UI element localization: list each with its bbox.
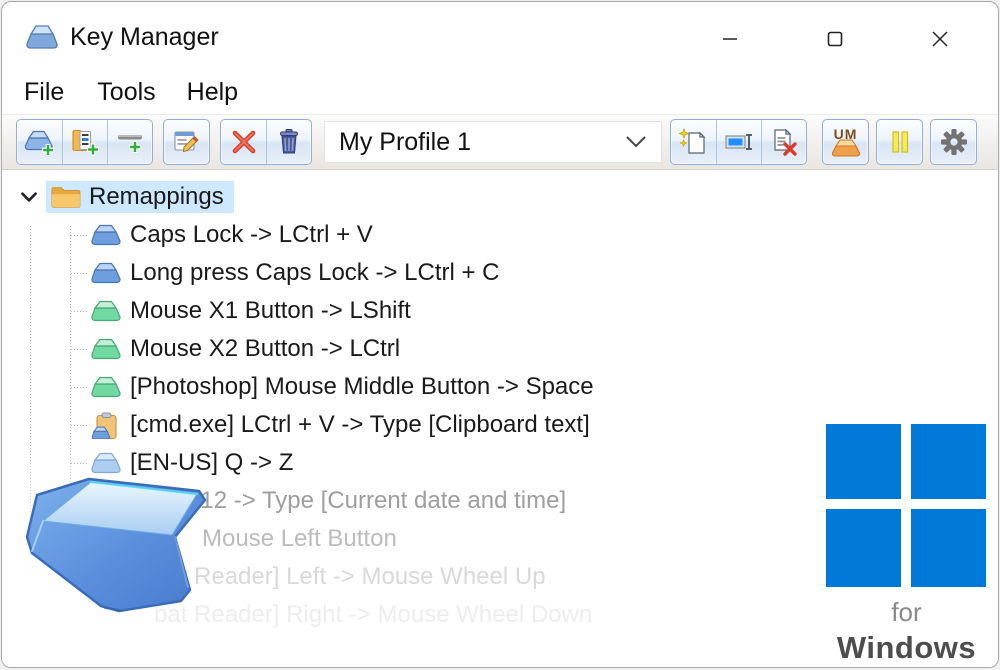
minimize-button[interactable] bbox=[715, 24, 745, 54]
for-label: for bbox=[826, 597, 987, 628]
window-title: Key Manager bbox=[70, 22, 219, 52]
toolbar: My Profile 1 bbox=[2, 114, 998, 170]
chevron-down-icon bbox=[625, 135, 647, 149]
tree-item-label: Mouse X2 Button -> LCtrl bbox=[130, 335, 400, 363]
edit-group bbox=[163, 119, 210, 165]
profile-combobox[interactable]: My Profile 1 bbox=[324, 121, 662, 163]
blue-key-icon bbox=[90, 222, 122, 249]
delete-group bbox=[220, 119, 312, 165]
add-key-icon bbox=[24, 127, 56, 157]
tree-item-label: [EN-US] Q -> Z bbox=[130, 449, 293, 477]
rename-profile-icon bbox=[723, 127, 755, 157]
menu-file[interactable]: File bbox=[24, 78, 64, 107]
add-folder-button[interactable] bbox=[62, 120, 107, 164]
delete-profile-icon bbox=[768, 127, 800, 157]
blue-key-icon bbox=[90, 260, 122, 287]
tree-item[interactable]: [Photoshop] Mouse Middle Button -> Space bbox=[2, 368, 998, 406]
edit-icon bbox=[171, 127, 203, 157]
tree-item-label: [Photoshop] Mouse Middle Button -> Space bbox=[130, 373, 594, 401]
title-bar: Key Manager bbox=[2, 2, 998, 70]
app-window: Key Manager File Tools Help bbox=[1, 1, 999, 668]
folder-icon bbox=[49, 183, 81, 211]
menu-tools[interactable]: Tools bbox=[97, 78, 155, 107]
windows-logo-square bbox=[826, 424, 901, 499]
user-manual-button[interactable]: UM bbox=[823, 120, 868, 164]
profile-combobox-value: My Profile 1 bbox=[339, 128, 625, 157]
pause-button[interactable] bbox=[877, 120, 922, 164]
tree-expander[interactable] bbox=[16, 184, 42, 210]
new-profile-icon bbox=[678, 127, 710, 157]
tree-item-label: Mouse X1 Button -> LShift bbox=[130, 297, 411, 325]
lightblue-key-icon bbox=[90, 450, 122, 477]
tree-item[interactable]: Mouse X2 Button -> LCtrl bbox=[2, 330, 998, 368]
windows-logo-square bbox=[911, 509, 986, 587]
app-icon bbox=[24, 22, 60, 52]
delete-remapping-button[interactable] bbox=[221, 120, 266, 164]
green-key-icon bbox=[90, 374, 122, 401]
edit-remapping-button[interactable] bbox=[164, 120, 209, 164]
delete-profile-button[interactable] bbox=[761, 120, 806, 164]
tree-item-label: Mouse Left Button bbox=[202, 525, 397, 553]
add-folder-icon bbox=[69, 127, 101, 157]
green-key-icon bbox=[90, 336, 122, 363]
profile-group bbox=[670, 119, 807, 165]
gear-icon bbox=[939, 127, 969, 157]
keyboard-key-artwork bbox=[7, 475, 217, 615]
windows-label: Windows bbox=[826, 630, 987, 666]
windows-branding: for Windows bbox=[826, 424, 987, 666]
tree-item-label: + F12 -> Type [Current date and time] bbox=[165, 487, 566, 515]
close-icon bbox=[931, 30, 949, 48]
new-profile-button[interactable] bbox=[671, 120, 716, 164]
green-key-icon bbox=[90, 298, 122, 325]
tree-root-row[interactable]: Remappings bbox=[2, 178, 998, 216]
tree-item[interactable]: Long press Caps Lock -> LCtrl + C bbox=[2, 254, 998, 292]
settings-button[interactable] bbox=[931, 120, 976, 164]
user-manual-group: UM bbox=[822, 119, 869, 165]
chevron-down-icon bbox=[18, 186, 40, 208]
clipboard-key-icon bbox=[90, 412, 122, 439]
tree-item-label: [cmd.exe] LCtrl + V -> Type [Clipboard t… bbox=[130, 411, 590, 439]
orange-key-icon bbox=[831, 138, 861, 157]
close-button[interactable] bbox=[925, 24, 955, 54]
add-group bbox=[16, 119, 153, 165]
menu-bar: File Tools Help bbox=[2, 70, 998, 114]
clear-all-button[interactable] bbox=[266, 120, 311, 164]
maximize-icon bbox=[827, 31, 843, 47]
tree-item-label: Long press Caps Lock -> LCtrl + C bbox=[130, 259, 500, 287]
windows-logo-square bbox=[826, 509, 901, 587]
delete-x-icon bbox=[229, 128, 259, 156]
maximize-button[interactable] bbox=[820, 24, 850, 54]
menu-help[interactable]: Help bbox=[187, 78, 238, 107]
add-separator-icon bbox=[114, 127, 146, 157]
selected-item-highlight: Remappings bbox=[46, 181, 234, 213]
pause-group bbox=[876, 119, 923, 165]
tree-item[interactable]: Caps Lock -> LCtrl + V bbox=[2, 216, 998, 254]
tree-root-label: Remappings bbox=[89, 183, 224, 211]
pause-icon bbox=[885, 127, 915, 157]
add-key-remapping-button[interactable] bbox=[17, 120, 62, 164]
settings-group bbox=[930, 119, 977, 165]
windows-logo bbox=[826, 424, 987, 587]
add-separator-button[interactable] bbox=[107, 120, 152, 164]
tree-item-label: Caps Lock -> LCtrl + V bbox=[130, 221, 373, 249]
trash-icon bbox=[274, 127, 304, 157]
minimize-icon bbox=[722, 31, 738, 47]
rename-profile-button[interactable] bbox=[716, 120, 761, 164]
remappings-tree: Remappings Caps Lock -> LCtrl + V Long p… bbox=[2, 178, 998, 668]
windows-logo-square bbox=[911, 424, 986, 499]
tree-item[interactable]: Mouse X1 Button -> LShift bbox=[2, 292, 998, 330]
tree-item-label: bat Reader] Right -> Mouse Wheel Down bbox=[154, 601, 592, 629]
